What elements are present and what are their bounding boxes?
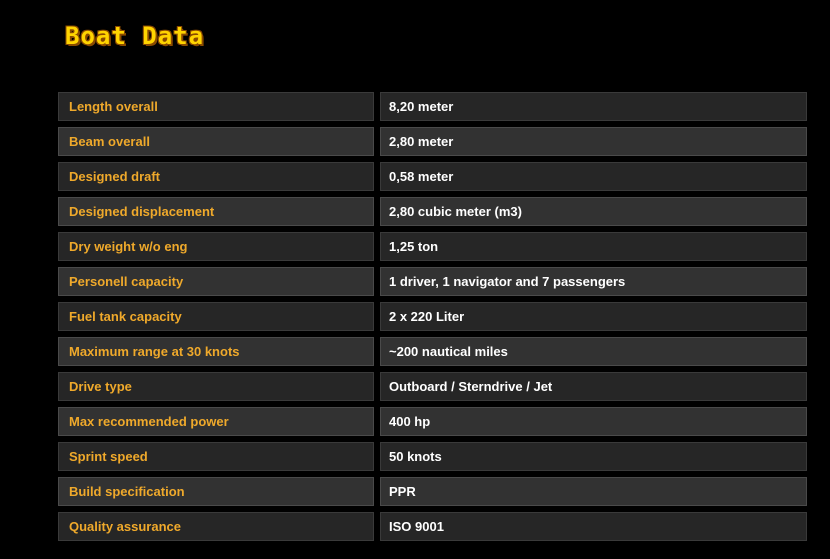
table-row: Build specificationPPR [58,477,807,506]
row-label: Personell capacity [58,267,374,296]
row-value: 8,20 meter [380,92,807,121]
row-label: Maximum range at 30 knots [58,337,374,366]
table-row: Max recommended power400 hp [58,407,807,436]
row-value: 2,80 meter [380,127,807,156]
row-label: Max recommended power [58,407,374,436]
row-label: Build specification [58,477,374,506]
table-row: Maximum range at 30 knots~200 nautical m… [58,337,807,366]
table-row: Drive typeOutboard / Sterndrive / Jet [58,372,807,401]
row-value: PPR [380,477,807,506]
table-row: Quality assuranceISO 9001 [58,512,807,541]
row-label: Designed displacement [58,197,374,226]
page-title: Boat Data [65,22,204,50]
table-row: Designed draft0,58 meter [58,162,807,191]
row-label: Designed draft [58,162,374,191]
row-label: Drive type [58,372,374,401]
table-row: Designed displacement2,80 cubic meter (m… [58,197,807,226]
table-row: Dry weight w/o eng1,25 ton [58,232,807,261]
table-row: Fuel tank capacity2 x 220 Liter [58,302,807,331]
row-value: ~200 nautical miles [380,337,807,366]
row-label: Fuel tank capacity [58,302,374,331]
row-value: 1,25 ton [380,232,807,261]
row-label: Dry weight w/o eng [58,232,374,261]
boat-data-table: Length overall8,20 meterBeam overall2,80… [58,92,807,547]
row-value: 50 knots [380,442,807,471]
row-label: Length overall [58,92,374,121]
row-value: 400 hp [380,407,807,436]
row-value: 0,58 meter [380,162,807,191]
row-label: Sprint speed [58,442,374,471]
table-row: Beam overall2,80 meter [58,127,807,156]
table-row: Length overall8,20 meter [58,92,807,121]
table-row: Sprint speed50 knots [58,442,807,471]
row-value: 1 driver, 1 navigator and 7 passengers [380,267,807,296]
row-label: Quality assurance [58,512,374,541]
row-value: 2 x 220 Liter [380,302,807,331]
row-value: 2,80 cubic meter (m3) [380,197,807,226]
table-row: Personell capacity1 driver, 1 navigator … [58,267,807,296]
row-value: Outboard / Sterndrive / Jet [380,372,807,401]
row-label: Beam overall [58,127,374,156]
row-value: ISO 9001 [380,512,807,541]
